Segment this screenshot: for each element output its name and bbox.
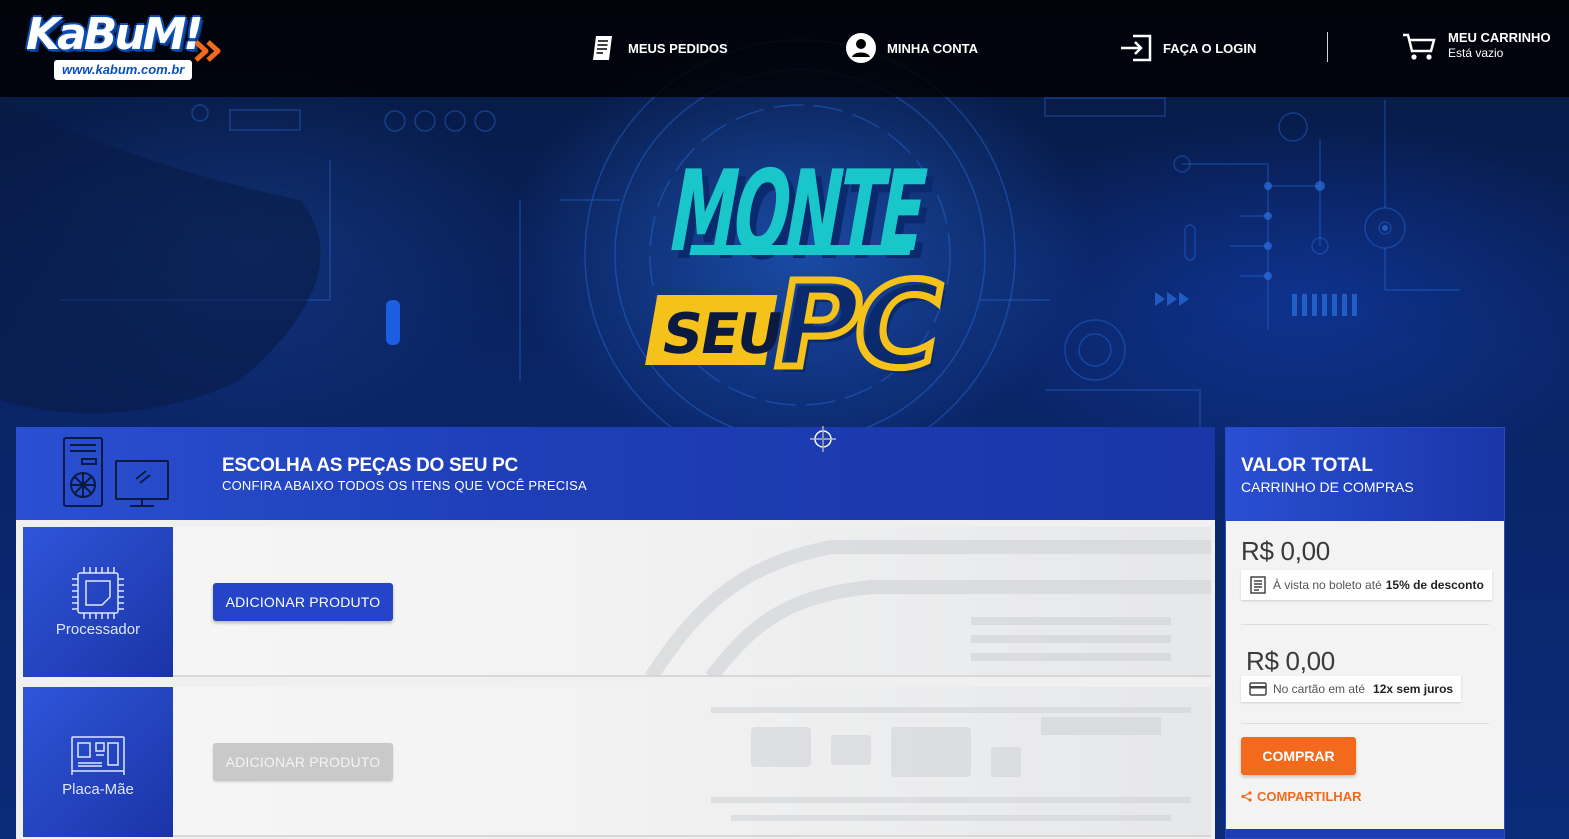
row-background-decoration bbox=[711, 707, 1191, 821]
builder-header: ESCOLHA AS PEÇAS DO SEU PC CONFIRA ABAIX… bbox=[16, 427, 1215, 520]
add-motherboard-button[interactable]: ADICIONAR PRODUTO bbox=[213, 743, 393, 781]
pc-tower-monitor-icon bbox=[58, 435, 188, 515]
component-row-motherboard: Placa-Mãe ADICIONAR PRODUTO bbox=[23, 687, 1211, 837]
kabum-logo[interactable]: KaBuM! www.kabum.com.br bbox=[22, 10, 227, 82]
divider bbox=[1241, 624, 1489, 625]
monte-seu-pc-logo: MONTE MONTE SEU PC PC bbox=[645, 146, 952, 401]
total-footer-bar bbox=[1226, 829, 1504, 838]
nav-login[interactable]: FAÇA O LOGIN bbox=[1119, 30, 1256, 66]
card-text: No cartão em até bbox=[1273, 682, 1366, 696]
logo-brand-text: KaBuM! bbox=[26, 9, 203, 60]
card-price: R$ 0,00 bbox=[1246, 646, 1335, 676]
cart-icon bbox=[1402, 32, 1436, 67]
nav-my-account[interactable]: MINHA CONTA bbox=[845, 30, 978, 66]
divider bbox=[1241, 723, 1489, 724]
total-title: VALOR TOTAL bbox=[1241, 455, 1373, 476]
card-installments: 12x sem juros bbox=[1373, 682, 1454, 696]
motherboard-icon bbox=[71, 736, 125, 775]
builder-subtitle: CONFIRA ABAIXO TODOS OS ITENS QUE VOCÊ P… bbox=[222, 478, 587, 493]
row-background-decoration bbox=[645, 540, 1211, 677]
category-processor-label: Processador bbox=[55, 621, 141, 638]
add-processor-button[interactable]: ADICIONAR PRODUTO bbox=[213, 583, 393, 621]
nav-my-account-label: MINHA CONTA bbox=[887, 40, 978, 56]
total-header: VALOR TOTAL CARRINHO DE COMPRAS bbox=[1226, 428, 1504, 521]
header-divider bbox=[1327, 32, 1328, 62]
total-summary-panel: VALOR TOTAL CARRINHO DE COMPRAS R$ 0,00 … bbox=[1225, 427, 1505, 839]
cart-status: Está vazio bbox=[1448, 46, 1504, 60]
logo-url: www.kabum.com.br bbox=[54, 60, 193, 80]
nav-login-label: FAÇA O LOGIN bbox=[1163, 40, 1257, 56]
seu-text: SEU bbox=[657, 302, 786, 367]
buy-button[interactable]: COMPRAR bbox=[1241, 737, 1356, 775]
component-row-processor: Processador ADICIONAR PRODUTO bbox=[23, 527, 1211, 677]
nav-my-orders-label: MEUS PEDIDOS bbox=[628, 40, 728, 56]
orders-icon bbox=[588, 33, 618, 63]
cpu-icon bbox=[72, 567, 124, 619]
category-motherboard: Placa-Mãe bbox=[23, 687, 173, 837]
card-info: No cartão em até 12x sem juros bbox=[1241, 676, 1462, 702]
boleto-price: R$ 0,00 bbox=[1241, 536, 1330, 566]
move-cursor-icon bbox=[810, 426, 836, 452]
share-link[interactable]: COMPARTILHAR bbox=[1241, 789, 1361, 804]
boleto-text: À vista no boleto até bbox=[1273, 578, 1382, 592]
logo-chevron-icon bbox=[194, 40, 221, 62]
login-icon bbox=[1119, 33, 1153, 63]
boleto-discount: 15% de desconto bbox=[1385, 578, 1484, 592]
category-motherboard-label: Placa-Mãe bbox=[62, 781, 134, 798]
category-processor: Processador bbox=[23, 527, 173, 677]
user-icon bbox=[845, 32, 877, 64]
cart-title: MEU CARRINHO bbox=[1448, 30, 1551, 45]
share-label: COMPARTILHAR bbox=[1257, 789, 1362, 804]
cart-widget[interactable]: MEU CARRINHO Está vazio bbox=[1402, 30, 1551, 67]
builder-title: ESCOLHA AS PEÇAS DO SEU PC bbox=[222, 455, 518, 476]
credit-card-icon bbox=[1249, 682, 1267, 696]
share-icon bbox=[1241, 791, 1252, 802]
pc-text: PC bbox=[762, 258, 947, 395]
site-header: KaBuM! www.kabum.com.br MEUS PEDIDOS MIN… bbox=[0, 0, 1569, 97]
total-subtitle: CARRINHO DE COMPRAS bbox=[1241, 479, 1414, 495]
pc-builder-panel: ESCOLHA AS PEÇAS DO SEU PC CONFIRA ABAIX… bbox=[16, 427, 1215, 839]
nav-my-orders[interactable]: MEUS PEDIDOS bbox=[588, 30, 728, 66]
boleto-info: À vista no boleto até 15% de desconto bbox=[1241, 570, 1492, 600]
boleto-icon bbox=[1249, 576, 1267, 594]
